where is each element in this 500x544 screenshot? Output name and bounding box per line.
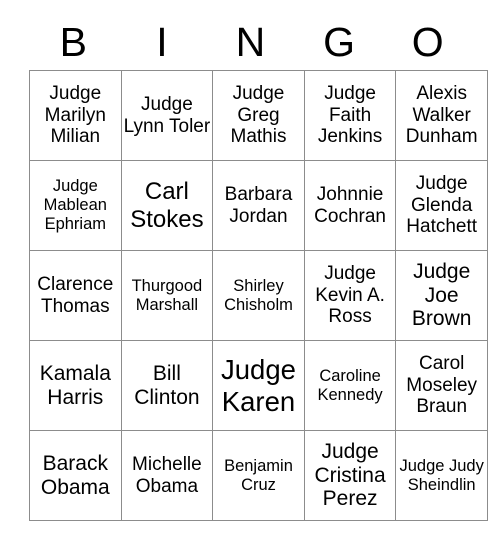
bingo-cell[interactable]: Judge Joe Brown (395, 250, 488, 341)
bingo-cell[interactable]: Judge Mablean Ephriam (29, 160, 122, 251)
bingo-cell[interactable]: Bill Clinton (120, 340, 214, 431)
bingo-cell-label: Judge Cristina Perez (314, 439, 386, 511)
bingo-cell[interactable]: Alexis Walker Dunham (395, 70, 488, 161)
bingo-cell[interactable]: Judge Glenda Hatchett (395, 160, 488, 251)
bingo-cell-label: Judge Faith Jenkins (317, 83, 383, 148)
bingo-cell-label: Barbara Jordan (224, 183, 293, 227)
bingo-cell[interactable]: Judge Judy Sheindlin (395, 430, 488, 521)
bingo-header-letter-g: G (323, 18, 356, 65)
bingo-cell-label: Michelle Obama (132, 453, 202, 497)
bingo-cell-label: Judge Kevin A. Ross (315, 263, 385, 328)
bingo-cell[interactable]: Judge Lynn Toler (120, 70, 214, 161)
bingo-cell[interactable]: Barack Obama (29, 430, 122, 521)
bingo-header-letter-o: O (411, 18, 444, 65)
bingo-cell-label: Barack Obama (40, 451, 110, 499)
bingo-cell[interactable]: Judge Marilyn Milian (29, 70, 122, 161)
bingo-grid: Judge Marilyn Milian Judge Lynn Toler Ju… (29, 70, 488, 521)
bingo-cell[interactable]: Benjamin Cruz (212, 430, 305, 521)
bingo-cell-label: Judge Mablean Ephriam (43, 177, 107, 233)
bingo-cell[interactable]: Judge Cristina Perez (303, 430, 397, 521)
bingo-cell[interactable]: Caroline Kennedy (303, 340, 397, 431)
bingo-cell-label: Alexis Walker Dunham (405, 83, 478, 148)
bingo-cell-free[interactable]: Judge Karen (212, 340, 305, 431)
bingo-cell-label: Benjamin Cruz (224, 456, 293, 494)
bingo-cell[interactable]: Carl Stokes (120, 160, 214, 251)
bingo-row: Judge Mablean Ephriam Carl Stokes Barbar… (29, 160, 488, 251)
bingo-cell[interactable]: Barbara Jordan (212, 160, 305, 251)
bingo-cell-label: Judge Judy Sheindlin (399, 456, 484, 494)
bingo-cell[interactable]: Shirley Chisholm (212, 250, 305, 341)
bingo-cell[interactable]: Judge Faith Jenkins (303, 70, 397, 161)
bingo-cell-label: Judge Marilyn Milian (44, 83, 106, 148)
bingo-cell[interactable]: Carol Moseley Braun (395, 340, 488, 431)
bingo-cell[interactable]: Clarence Thomas (29, 250, 122, 341)
bingo-header-letter-n: N (235, 18, 266, 65)
bingo-cell-label: Judge Karen (221, 354, 296, 417)
bingo-header-letter-b: B (59, 18, 87, 65)
bingo-row: Kamala Harris Bill Clinton Judge Karen C… (29, 340, 488, 431)
bingo-cell-label: Caroline Kennedy (317, 366, 383, 404)
bingo-cell-label: Carl Stokes (130, 178, 204, 233)
bingo-header-letter-i: I (156, 18, 168, 65)
bingo-row: Clarence Thomas Thurgood Marshall Shirle… (29, 250, 488, 341)
bingo-cell[interactable]: Thurgood Marshall (120, 250, 214, 341)
bingo-row: Judge Marilyn Milian Judge Lynn Toler Ju… (29, 70, 488, 161)
bingo-cell-label: Judge Glenda Hatchett (406, 173, 478, 238)
bingo-cell[interactable]: Judge Greg Mathis (212, 70, 305, 161)
bingo-cell-label: Thurgood Marshall (131, 276, 203, 314)
bingo-cell[interactable]: Judge Kevin A. Ross (303, 250, 397, 341)
bingo-cell[interactable]: Michelle Obama (120, 430, 214, 521)
bingo-cell[interactable]: Kamala Harris (29, 340, 122, 431)
bingo-cell[interactable]: Johnnie Cochran (303, 160, 397, 251)
bingo-header-row: B I N G O (29, 14, 472, 70)
bingo-cell-label: Bill Clinton (134, 361, 200, 409)
bingo-cell-label: Johnnie Cochran (314, 183, 386, 227)
bingo-cell-label: Carol Moseley Braun (406, 353, 478, 418)
bingo-cell-label: Clarence Thomas (37, 273, 114, 317)
bingo-cell-label: Kamala Harris (39, 361, 111, 409)
bingo-card: B I N G O Judge Marilyn Milian Judge Lyn… (29, 14, 488, 521)
bingo-cell-label: Shirley Chisholm (224, 276, 293, 314)
bingo-cell-label: Judge Joe Brown (411, 259, 472, 331)
bingo-cell-label: Judge Lynn Toler (123, 93, 211, 137)
bingo-row: Barack Obama Michelle Obama Benjamin Cru… (29, 430, 488, 521)
bingo-cell-label: Judge Greg Mathis (230, 83, 287, 148)
